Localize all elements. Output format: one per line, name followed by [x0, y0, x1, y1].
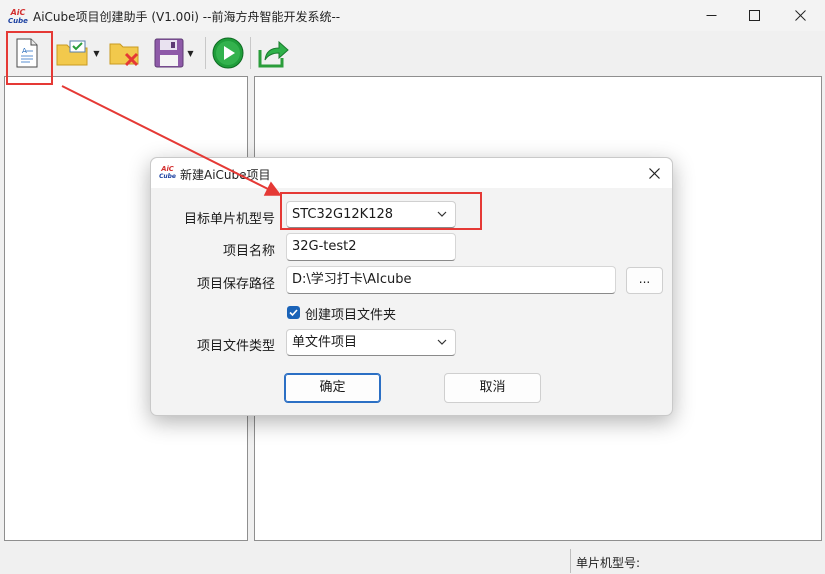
minimize-button[interactable]: [688, 0, 734, 31]
file-type-label: 项目文件类型: [196, 339, 275, 354]
browse-button[interactable]: ...: [626, 267, 663, 294]
mcu-model-select[interactable]: STC32G12K128: [286, 201, 456, 228]
run-icon: [212, 37, 244, 69]
cancel-button[interactable]: 取消: [444, 373, 541, 403]
chevron-down-icon: [437, 202, 447, 237]
export-button[interactable]: [255, 35, 291, 71]
dialog-title: 新建AiCube项目: [180, 168, 271, 182]
maximize-button[interactable]: [731, 0, 777, 31]
svg-text:Cube: Cube: [159, 173, 176, 180]
maximize-icon: [748, 10, 760, 21]
close-project-button[interactable]: [108, 35, 142, 71]
mcu-model-value: STC32G12K128: [292, 207, 394, 222]
open-project-icon: [56, 40, 88, 66]
create-folder-label[interactable]: 创建项目文件夹: [305, 304, 396, 323]
new-project-button[interactable]: A: [10, 35, 44, 71]
chevron-down-icon: ▼: [187, 48, 194, 58]
checkmark-icon: [289, 309, 298, 317]
close-project-icon: [109, 43, 139, 67]
close-icon: [648, 167, 660, 179]
toolbar: A ▼ ▼: [0, 31, 825, 75]
chevron-down-icon: ▼: [93, 48, 100, 58]
app-logo: AiC Cube: [159, 165, 176, 180]
chevron-down-icon: [437, 330, 447, 365]
save-path-input[interactable]: D:\学习打卡\AIcube: [286, 266, 616, 294]
dialog-close-button[interactable]: [642, 161, 666, 185]
dialog-title-bar: AiC Cube 新建AiCube项目: [151, 158, 672, 188]
mcu-model-label: 目标单片机型号: [183, 212, 275, 227]
svg-text:Cube: Cube: [8, 17, 28, 25]
save-button[interactable]: ▼: [148, 35, 200, 71]
svg-text:AiC: AiC: [10, 8, 26, 17]
close-icon: [794, 10, 806, 21]
title-bar: AiC Cube AiCube项目创建助手 (V1.00i) --前海方舟智能开…: [0, 0, 825, 31]
new-project-dialog: AiC Cube 新建AiCube项目 目标单片机型号 STC32G12K128…: [150, 157, 673, 416]
export-icon: [258, 40, 289, 68]
save-path-label: 项目保存路径: [196, 277, 275, 292]
save-icon: [154, 38, 184, 68]
ok-button[interactable]: 确定: [284, 373, 381, 403]
project-name-value: 32G-test2: [292, 239, 357, 254]
new-project-icon: A: [16, 38, 38, 68]
run-button[interactable]: [210, 35, 246, 71]
toolbar-separator: [250, 37, 251, 69]
file-type-select[interactable]: 单文件项目: [286, 329, 456, 356]
close-button[interactable]: [777, 0, 823, 31]
svg-text:AiC: AiC: [160, 165, 174, 173]
app-logo: AiC Cube: [8, 8, 28, 25]
status-bar: [0, 548, 825, 574]
toolbar-separator: [205, 37, 206, 69]
window-title: AiCube项目创建助手 (V1.00i) --前海方舟智能开发系统--: [33, 10, 341, 24]
project-name-label: 项目名称: [222, 244, 275, 259]
create-folder-checkbox[interactable]: [287, 306, 300, 319]
save-path-value: D:\学习打卡\AIcube: [292, 272, 412, 287]
status-mcu-label: 单片机型号:: [576, 556, 641, 570]
minimize-icon: [706, 15, 716, 16]
status-divider: [570, 549, 571, 573]
open-project-button[interactable]: ▼: [52, 35, 104, 71]
file-type-value: 单文件项目: [292, 335, 358, 350]
project-name-input[interactable]: 32G-test2: [286, 233, 456, 261]
